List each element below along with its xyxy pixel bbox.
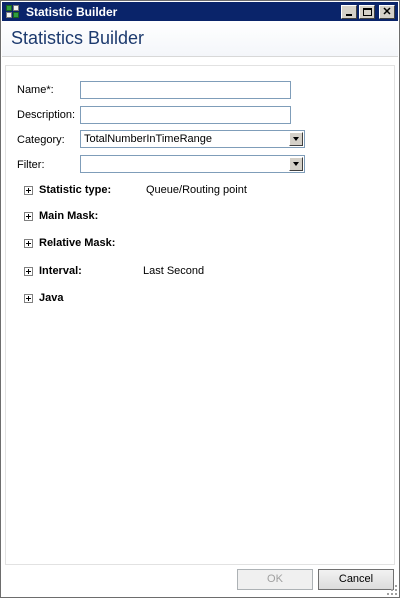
- section-label: Relative Mask:: [39, 237, 116, 249]
- maximize-button[interactable]: [359, 4, 375, 19]
- chevron-down-icon[interactable]: [289, 132, 303, 146]
- section-interval[interactable]: Interval:: [24, 264, 82, 278]
- description-label: Description:: [17, 109, 76, 121]
- description-field[interactable]: [80, 106, 291, 124]
- section-label: Interval:: [39, 265, 82, 277]
- ok-button[interactable]: OK: [237, 569, 313, 590]
- header-banner: Statistics Builder: [2, 21, 398, 57]
- cancel-button[interactable]: Cancel: [318, 569, 394, 590]
- statistic-builder-window: Statistic Builder ✕ Statistics Builder N…: [0, 0, 400, 598]
- expand-icon[interactable]: [24, 266, 33, 276]
- close-icon: ✕: [382, 5, 392, 18]
- name-field[interactable]: [80, 81, 291, 99]
- title-bar[interactable]: Statistic Builder ✕: [2, 2, 398, 21]
- section-main-mask[interactable]: Main Mask:: [24, 209, 98, 223]
- category-select[interactable]: TotalNumberInTimeRange: [80, 130, 305, 148]
- category-label: Category:: [17, 134, 65, 146]
- minimize-button[interactable]: [341, 4, 357, 19]
- statistic-type-value: Queue/Routing point: [146, 184, 247, 196]
- form-panel: Name*: Description: Category: TotalNumbe…: [5, 65, 395, 565]
- resize-grip[interactable]: [387, 585, 397, 595]
- section-statistic-type[interactable]: Statistic type:: [24, 183, 111, 197]
- category-selected-value: TotalNumberInTimeRange: [84, 133, 212, 145]
- app-icon: [5, 4, 21, 20]
- section-label: Statistic type:: [39, 184, 112, 196]
- section-label: Main Mask:: [39, 210, 99, 222]
- expand-icon[interactable]: [24, 238, 33, 248]
- filter-select[interactable]: [80, 155, 305, 173]
- name-label: Name*:: [17, 84, 54, 96]
- section-java[interactable]: Java: [24, 291, 63, 305]
- section-label: Java: [39, 292, 64, 304]
- maximize-icon: [363, 7, 372, 16]
- expand-icon[interactable]: [24, 185, 33, 195]
- filter-label: Filter:: [17, 159, 45, 171]
- page-title: Statistics Builder: [11, 28, 145, 48]
- window-title: Statistic Builder: [26, 4, 118, 19]
- interval-value: Last Second: [143, 265, 205, 277]
- chevron-down-icon[interactable]: [289, 157, 303, 171]
- section-relative-mask[interactable]: Relative Mask:: [24, 236, 115, 250]
- minimize-icon: [346, 13, 352, 16]
- expand-icon[interactable]: [24, 293, 33, 303]
- close-button[interactable]: ✕: [379, 4, 395, 19]
- expand-icon[interactable]: [24, 211, 33, 221]
